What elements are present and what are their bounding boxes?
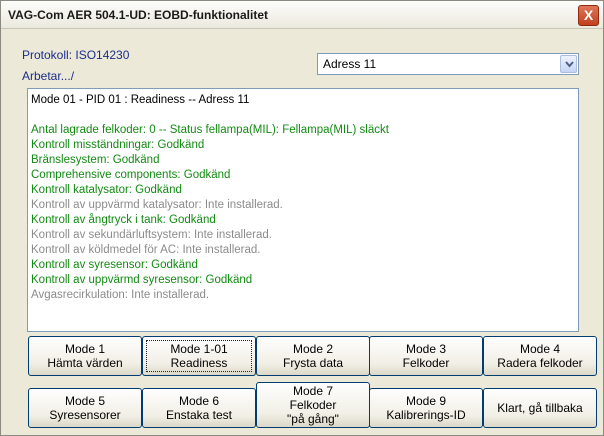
- output-line: Kontroll av ångtryck i tank: Godkänd: [31, 214, 216, 226]
- output-line: Kontroll av uppvärmd syresensor: Godkänd: [31, 274, 253, 286]
- output-line: Bränslesystem: Godkänd: [31, 154, 160, 166]
- mode3-button[interactable]: Mode 3 Felkoder: [369, 336, 483, 376]
- output-line: Kontroll misständningar: Godkänd: [31, 139, 205, 151]
- output-textbox[interactable]: Mode 01 - PID 01 : Readiness -- Adress 1…: [27, 88, 579, 332]
- mode5-button[interactable]: Mode 5 Syresensorer: [28, 388, 142, 428]
- mode1-01-button[interactable]: Mode 1-01 Readiness: [142, 336, 256, 376]
- mode1-button[interactable]: Mode 1 Hämta värden: [28, 336, 142, 376]
- address-select[interactable]: Adress 11: [317, 53, 579, 75]
- done-button[interactable]: Klart, gå tillbaka: [483, 388, 597, 428]
- close-icon: X: [583, 7, 594, 23]
- mode4-button[interactable]: Mode 4 Radera felkoder: [483, 336, 597, 376]
- mode2-button[interactable]: Mode 2 Frysta data: [256, 336, 370, 376]
- output-line: Kontroll av syresensor: Godkänd: [31, 259, 198, 271]
- mode9-sublabel: Kalibrerings-ID: [386, 408, 466, 422]
- chevron-down-icon: [565, 61, 574, 68]
- dropdown-button[interactable]: [560, 55, 577, 73]
- mode7-button[interactable]: Mode 7 Felkoder "på gång": [256, 382, 370, 428]
- mode1-sublabel: Hämta värden: [47, 356, 123, 370]
- window-title: VAG-Com AER 504.1-UD: EOBD-funktionalite…: [8, 8, 269, 22]
- done-label: Klart, gå tillbaka: [497, 401, 583, 415]
- mode7-sublabel: Felkoder: [289, 398, 337, 412]
- mode9-button[interactable]: Mode 9 Kalibrerings-ID: [369, 388, 483, 428]
- mode6-button[interactable]: Mode 6 Enstaka test: [142, 388, 256, 428]
- address-select-value: Adress 11: [323, 57, 377, 71]
- mode6-label: Mode 6: [178, 394, 220, 408]
- output-line: Antal lagrade felkoder: 0 -- Status fell…: [31, 124, 389, 136]
- mode1-label: Mode 1: [64, 342, 106, 356]
- output-line: Kontroll av uppvärmd katalysator: Inte i…: [31, 199, 283, 211]
- status-label: Arbetar.../: [22, 69, 75, 83]
- title-bar: VAG-Com AER 504.1-UD: EOBD-funktionalite…: [1, 1, 603, 29]
- mode2-label: Mode 2: [292, 342, 334, 356]
- mode4-sublabel: Radera felkoder: [497, 356, 583, 370]
- output-header: Mode 01 - PID 01 : Readiness -- Adress 1…: [31, 94, 250, 106]
- mode5-label: Mode 5: [64, 394, 106, 408]
- output-line: Kontroll av sekundärluftsystem: Inte ins…: [31, 229, 272, 241]
- mode3-sublabel: Felkoder: [402, 356, 450, 370]
- protocol-label: Protokoll: ISO14230: [22, 48, 130, 62]
- close-button[interactable]: X: [578, 5, 599, 26]
- mode7-sublabel-2: "på gång": [287, 412, 339, 426]
- dialog-window: VAG-Com AER 504.1-UD: EOBD-funktionalite…: [0, 0, 604, 436]
- mode7-label: Mode 7: [292, 384, 334, 398]
- output-line: Comprehensive components: Godkänd: [31, 169, 231, 181]
- mode9-label: Mode 9: [405, 394, 447, 408]
- mode1-01-label: Mode 1-01: [170, 342, 228, 356]
- mode6-sublabel: Enstaka test: [165, 408, 233, 422]
- mode4-label: Mode 4: [519, 342, 561, 356]
- output-lines: Antal lagrade felkoder: 0 -- Status fell…: [31, 123, 575, 303]
- mode1-01-sublabel: Readiness: [170, 356, 228, 370]
- mode2-sublabel: Frysta data: [282, 356, 344, 370]
- output-line: Kontroll av köldmedel för AC: Inte insta…: [31, 244, 261, 256]
- output-line: Avgasrecirkulation: Inte installerad.: [31, 289, 210, 301]
- output-line: Kontroll katalysator: Godkänd: [31, 184, 182, 196]
- mode3-label: Mode 3: [405, 342, 447, 356]
- mode5-sublabel: Syresensorer: [49, 408, 121, 422]
